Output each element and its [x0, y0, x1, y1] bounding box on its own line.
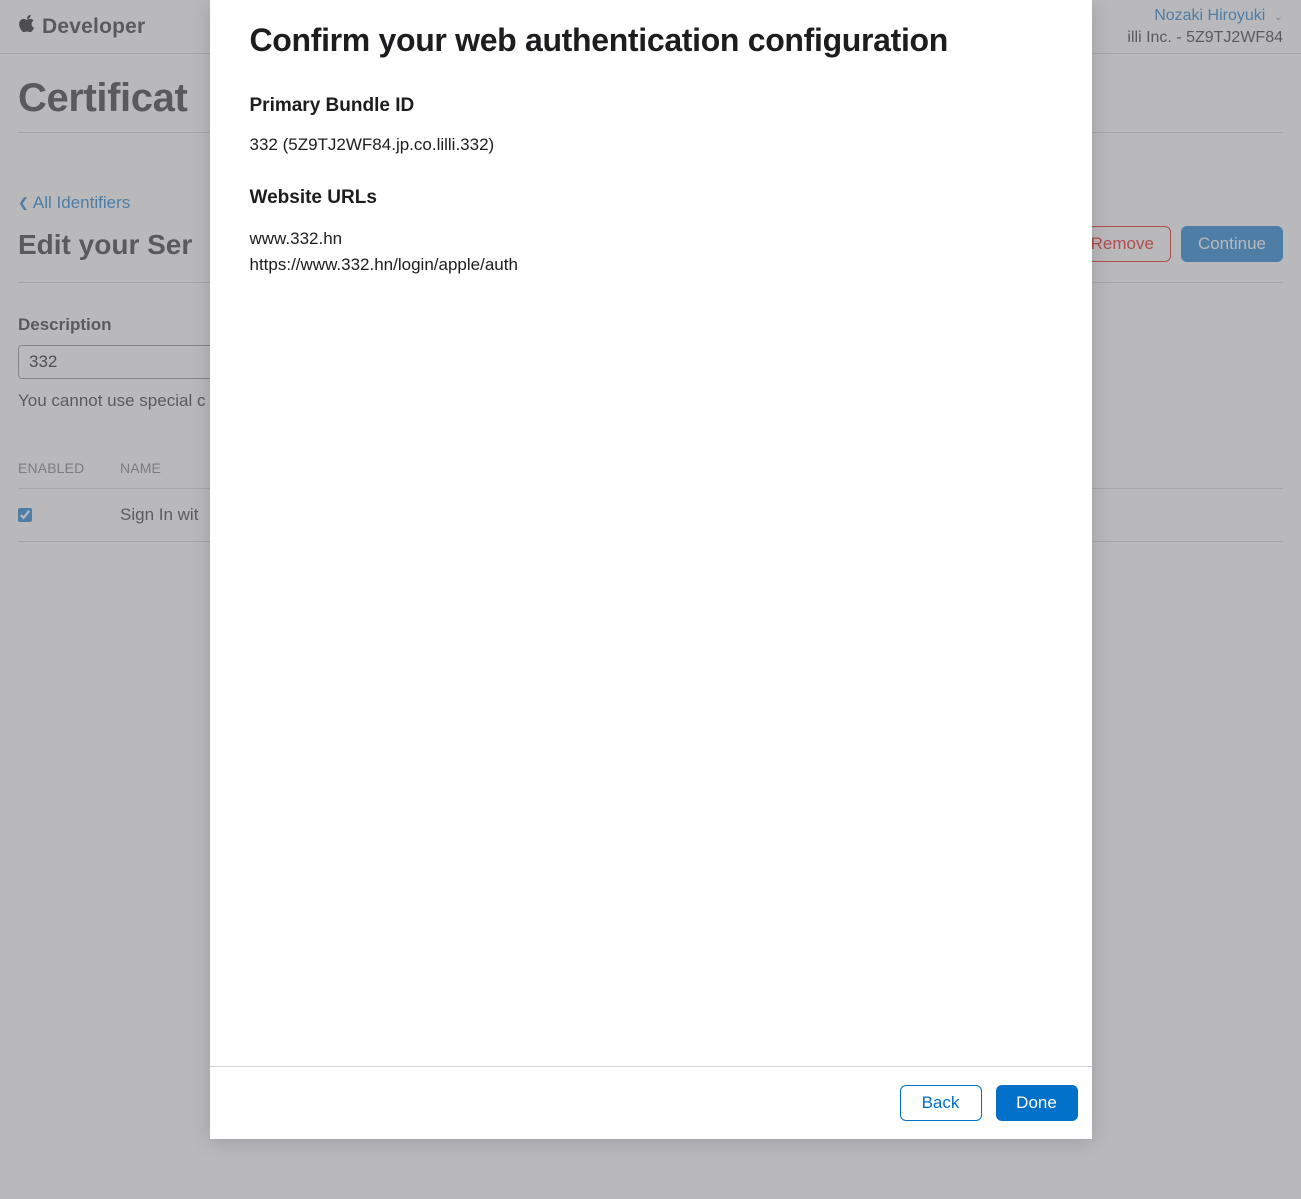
website-urls-list: www.332.hn https://www.332.hn/login/appl… [250, 226, 1052, 279]
modal-overlay: Confirm your web authentication configur… [0, 0, 1301, 1199]
primary-bundle-id-heading: Primary Bundle ID [250, 93, 1052, 120]
website-urls-heading: Website URLs [250, 185, 1052, 212]
modal-body: Confirm your web authentication configur… [210, 0, 1092, 1066]
modal-footer: Back Done [210, 1066, 1092, 1139]
website-url-item: www.332.hn [250, 226, 1052, 252]
confirm-modal: Confirm your web authentication configur… [210, 0, 1092, 1139]
back-button[interactable]: Back [900, 1085, 982, 1121]
done-button[interactable]: Done [996, 1085, 1078, 1121]
primary-bundle-id-value: 332 (5Z9TJ2WF84.jp.co.lilli.332) [250, 133, 1052, 157]
modal-title: Confirm your web authentication configur… [250, 18, 1052, 63]
website-url-item: https://www.332.hn/login/apple/auth [250, 252, 1052, 278]
